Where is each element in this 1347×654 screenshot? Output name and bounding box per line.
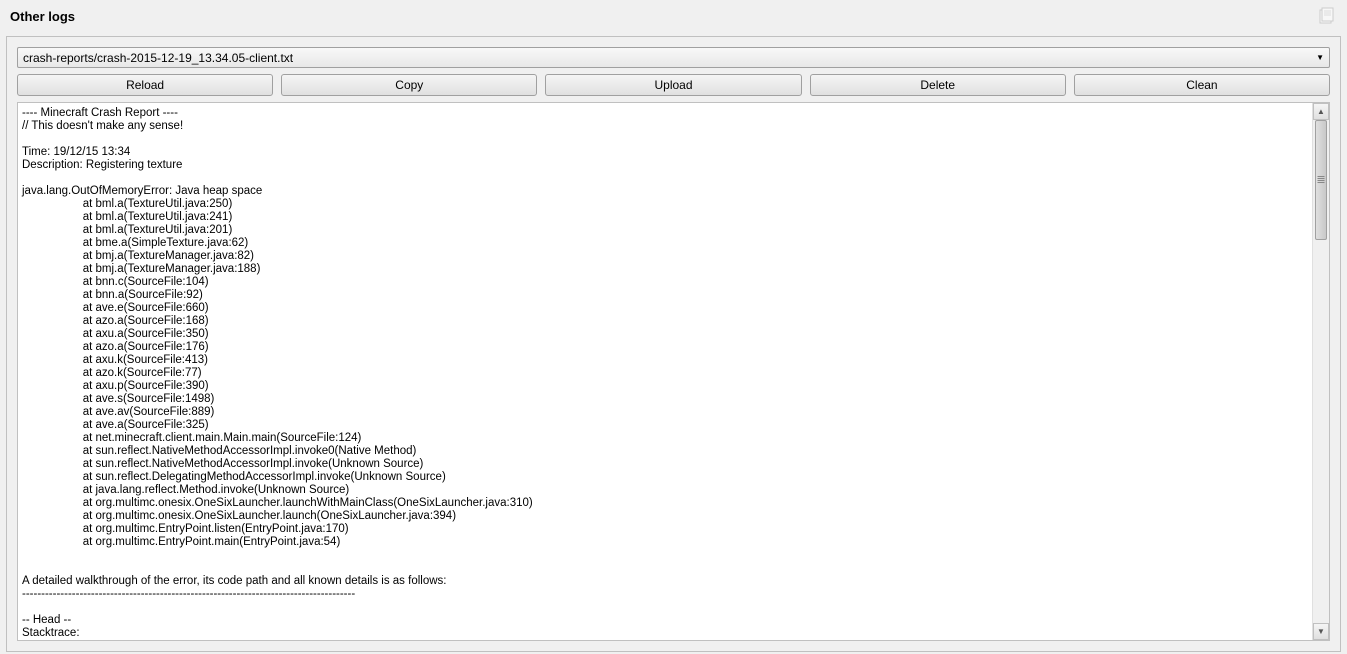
scroll-grip-icon	[1318, 176, 1325, 184]
vertical-scrollbar[interactable]: ▲ ▼	[1312, 103, 1329, 640]
file-select-value: crash-reports/crash-2015-12-19_13.34.05-…	[23, 51, 293, 65]
log-text-area[interactable]: ---- Minecraft Crash Report ---- // This…	[18, 103, 1312, 640]
scroll-track[interactable]	[1313, 120, 1329, 623]
log-container: ---- Minecraft Crash Report ---- // This…	[17, 102, 1330, 641]
scroll-up-button[interactable]: ▲	[1313, 103, 1329, 120]
chevron-down-icon: ▼	[1316, 53, 1324, 62]
title-bar: Other logs	[0, 0, 1347, 32]
log-viewer-window: Other logs crash-reports/crash-2015-12-1…	[0, 0, 1347, 654]
copy-button[interactable]: Copy	[281, 74, 537, 96]
file-select-dropdown[interactable]: crash-reports/crash-2015-12-19_13.34.05-…	[17, 47, 1330, 68]
content-panel: crash-reports/crash-2015-12-19_13.34.05-…	[6, 36, 1341, 652]
delete-button[interactable]: Delete	[810, 74, 1066, 96]
scroll-thumb[interactable]	[1315, 120, 1327, 240]
scroll-down-button[interactable]: ▼	[1313, 623, 1329, 640]
document-icon	[1317, 6, 1337, 26]
upload-button[interactable]: Upload	[545, 74, 801, 96]
reload-button[interactable]: Reload	[17, 74, 273, 96]
action-button-row: Reload Copy Upload Delete Clean	[17, 74, 1330, 96]
clean-button[interactable]: Clean	[1074, 74, 1330, 96]
page-title: Other logs	[10, 9, 75, 24]
